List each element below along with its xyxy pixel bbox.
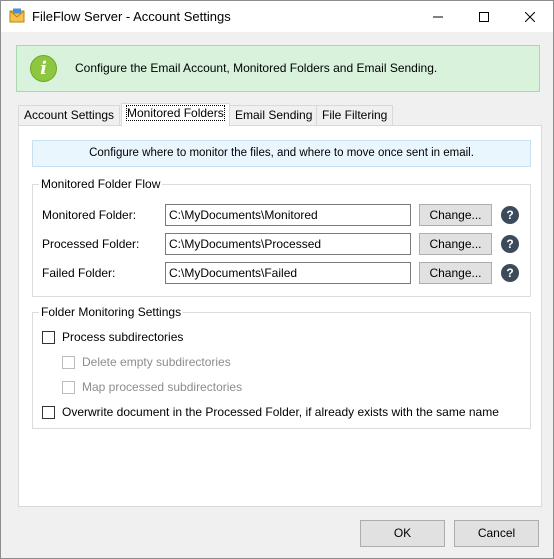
- failed-folder-label: Failed Folder:: [42, 266, 116, 280]
- change-monitored-button[interactable]: Change...: [419, 204, 492, 226]
- tab-panel: Configure where to monitor the files, an…: [18, 125, 542, 507]
- overwrite-document-checkbox[interactable]: Overwrite document in the Processed Fold…: [42, 405, 499, 419]
- change-failed-button[interactable]: Change...: [419, 262, 492, 284]
- checkbox-label: Process subdirectories: [62, 330, 184, 344]
- banner-text: Configure the Email Account, Monitored F…: [75, 61, 438, 75]
- envelope-icon: [9, 8, 25, 24]
- minimize-button[interactable]: [415, 1, 461, 32]
- failed-folder-input[interactable]: C:\MyDocuments\Failed: [165, 262, 411, 284]
- ok-button[interactable]: OK: [360, 520, 445, 547]
- processed-folder-label: Processed Folder:: [42, 237, 140, 251]
- question-icon[interactable]: ?: [501, 264, 519, 282]
- cancel-button[interactable]: Cancel: [454, 520, 539, 547]
- tab-account-settings[interactable]: Account Settings: [18, 105, 121, 125]
- info-icon: i: [30, 55, 57, 82]
- checkbox-label: Delete empty subdirectories: [82, 355, 231, 369]
- dialog-window: FileFlow Server - Account Settings i Con…: [0, 0, 554, 559]
- hint-box: Configure where to monitor the files, an…: [32, 140, 531, 167]
- tab-monitored-folders[interactable]: Monitored Folders: [121, 103, 230, 126]
- processed-folder-input[interactable]: C:\MyDocuments\Processed: [165, 233, 411, 255]
- monitored-folder-input[interactable]: C:\MyDocuments\Monitored: [165, 204, 411, 226]
- question-icon[interactable]: ?: [501, 206, 519, 224]
- close-button[interactable]: [507, 1, 553, 32]
- checkbox-label: Overwrite document in the Processed Fold…: [62, 405, 499, 419]
- checkbox-box[interactable]: [42, 330, 55, 344]
- question-icon[interactable]: ?: [501, 235, 519, 253]
- maximize-button[interactable]: [461, 1, 507, 32]
- group-title: Folder Monitoring Settings: [39, 305, 184, 319]
- map-processed-subdirectories-checkbox[interactable]: Map processed subdirectories: [62, 380, 242, 394]
- folder-flow-group: Monitored Folder Flow Monitored Folder: …: [32, 177, 531, 297]
- info-banner: i Configure the Email Account, Monitored…: [16, 45, 540, 92]
- title-bar[interactable]: FileFlow Server - Account Settings: [1, 1, 553, 32]
- monitored-folder-label: Monitored Folder:: [42, 208, 137, 222]
- checkbox-label: Map processed subdirectories: [82, 380, 243, 394]
- checkbox-box[interactable]: [42, 405, 55, 419]
- process-subdirectories-checkbox[interactable]: Process subdirectories: [42, 330, 183, 344]
- tab-file-filtering[interactable]: File Filtering: [316, 105, 394, 125]
- checkbox-box[interactable]: [62, 355, 75, 369]
- delete-empty-subdirectories-checkbox[interactable]: Delete empty subdirectories: [62, 355, 231, 369]
- checkbox-box[interactable]: [62, 380, 75, 394]
- change-processed-button[interactable]: Change...: [419, 233, 492, 255]
- group-title: Monitored Folder Flow: [39, 177, 163, 191]
- monitoring-settings-group: Folder Monitoring Settings Process subdi…: [32, 305, 531, 429]
- window-title: FileFlow Server - Account Settings: [32, 9, 231, 24]
- tab-email-sending[interactable]: Email Sending: [229, 105, 319, 125]
